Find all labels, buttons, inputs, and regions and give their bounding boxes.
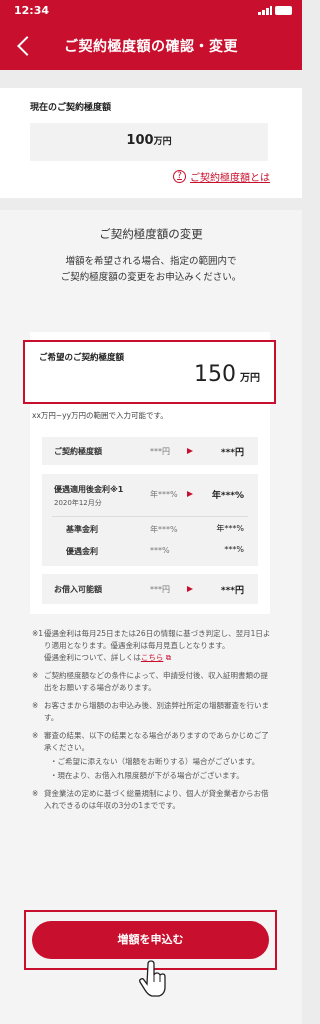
base-rate-current: 年***% <box>150 525 178 534</box>
signal-icon <box>258 6 272 15</box>
status-time: 12:34 <box>14 4 50 17</box>
change-heading: ご契約極度額の変更 <box>99 227 203 241</box>
change-desc-line1: 増額を希望される場合、指定の範囲内で <box>65 256 237 267</box>
limit-row-current: ***円 <box>150 447 170 456</box>
status-bar: 12:34 <box>0 0 302 22</box>
borrow-comparison-row: お借入可能額 ***円 ***円 <box>42 574 258 604</box>
current-limit-value: 100 <box>126 133 154 148</box>
page-title: ご契約極度額の確認・変更 <box>64 39 238 55</box>
change-description: 増額を希望される場合、指定の範囲内で ご契約極度額の変更をお申込みください。 <box>20 254 282 286</box>
note-4-bullet-1: ・ご希望に添えない（増額をお断りする）場合がございます。 <box>50 757 260 766</box>
right-arrow-icon <box>187 491 193 497</box>
question-icon: ? <box>173 170 186 183</box>
note-4-bullet-2: ・現在より、お借入れ限度額が下がる場合がございます。 <box>50 771 244 780</box>
rate-divider <box>52 516 248 517</box>
battery-icon <box>275 6 292 15</box>
note-5-text: 貸金業法の定めに基づく総量規制により、個人が貸金業者からお借入れできるのは年収の… <box>44 789 269 810</box>
rate-row-new: 年***% <box>211 491 244 501</box>
note-4-text: 審査の結果、以下の結果となる場合がありますのであらかじめご了承ください。 <box>44 731 269 752</box>
limit-row-label: ご契約極度額 <box>54 447 102 456</box>
note-3-text: お客さまから増額のお申込み後、別途弊社所定の増額審査を行います。 <box>44 701 269 722</box>
desired-limit-unit: 万円 <box>240 373 260 384</box>
note-mark: ※ <box>32 671 39 680</box>
note-1-text: 優遇金利は毎月25日または26日の情報に基づき判定し、翌月1日より適用となります… <box>44 629 271 650</box>
note-1-more-text: 優遇金利について、詳しくは <box>44 653 141 662</box>
current-limit-label: 現在のご契約極度額 <box>30 103 112 113</box>
apply-increase-button[interactable]: 増額を申込む <box>32 921 269 959</box>
pref-rate-current: ***% <box>150 546 170 555</box>
limit-row-new: ***円 <box>220 448 244 458</box>
rate-comparison-block: 優遇適用後金利※1 2020年12月分 年***% 年***% 基準金利 年**… <box>42 474 258 566</box>
desired-limit-label: ご希望のご契約極度額 <box>39 353 125 363</box>
note-1: ※1 優遇金利は毎月25日または26日の情報に基づき判定し、翌月1日より適用とな… <box>32 628 272 664</box>
nav-bar: ご契約極度額の確認・変更 <box>0 22 302 70</box>
note-5: ※ 貸金業法の定めに基づく総量規制により、個人が貸金業者からお借入れできるのは年… <box>32 788 272 812</box>
note-2-text: ご契約極度額などの条件によって、申請受付後、収入証明書類の提出をお願いする場合が… <box>44 671 269 692</box>
limit-help-text[interactable]: ご契約極度額とは <box>190 169 270 184</box>
rate-row-period: 2020年12月分 <box>54 499 102 507</box>
note-4: ※ 審査の結果、以下の結果となる場合がありますのであらかじめご了承ください。 ・… <box>32 730 272 782</box>
change-desc-line2: ご契約極度額の変更をお申込みください。 <box>60 272 242 283</box>
note-2: ※ ご契約極度額などの条件によって、申請受付後、収入証明書類の提出をお願いする場… <box>32 670 272 694</box>
external-link-icon: ⧉ <box>163 653 172 662</box>
rate-row-current: 年***% <box>150 490 178 499</box>
note-3: ※ お客さまから増額のお申込み後、別途弊社所定の増額審査を行います。 <box>32 700 272 724</box>
borrow-row-new: ***円 <box>220 586 244 596</box>
current-limit-value-box: 100万円 <box>30 123 268 161</box>
notes-section: ※1 優遇金利は毎月25日または26日の情報に基づき判定し、翌月1日より適用とな… <box>32 628 272 818</box>
base-rate-new: 年***% <box>216 524 244 533</box>
right-arrow-icon <box>187 448 193 454</box>
right-arrow-icon <box>187 586 193 592</box>
desired-limit-number: 150 <box>194 362 236 387</box>
borrow-row-label: お借入可能額 <box>54 585 102 594</box>
range-note: xx万円~yy万円の範囲で入力可能です。 <box>32 411 168 420</box>
current-limit-section: 現在のご契約極度額 100万円 ? ご契約極度額とは <box>0 88 302 198</box>
base-rate-label: 基準金利 <box>66 525 98 534</box>
desired-limit-value[interactable]: 150 万円 <box>194 362 260 387</box>
current-limit-unit: 万円 <box>153 137 172 147</box>
limit-help-link[interactable]: ? ご契約極度額とは <box>173 169 270 184</box>
note-mark: ※ <box>32 701 39 710</box>
note-1-more: 優遇金利について、詳しくはこちら ⧉ <box>44 652 272 664</box>
pref-rate-label: 優遇金利 <box>66 547 98 556</box>
change-limit-section: ご契約極度額の変更 増額を希望される場合、指定の範囲内で ご契約極度額の変更をお… <box>0 210 302 1024</box>
desired-limit-input[interactable]: ご希望のご契約極度額 150 万円 <box>23 340 276 404</box>
borrow-row-current: ***円 <box>150 585 170 594</box>
note-mark: ※ <box>32 789 39 798</box>
note-mark: ※ <box>32 731 39 740</box>
hand-pointer-icon <box>139 960 166 997</box>
note-mark: ※1 <box>32 629 44 638</box>
limit-comparison-row: ご契約極度額 ***円 ***円 <box>42 437 258 465</box>
rate-row-label: 優遇適用後金利※1 <box>54 485 124 494</box>
note-1-link[interactable]: こちら <box>141 653 164 662</box>
pref-rate-new: ***% <box>224 545 244 554</box>
